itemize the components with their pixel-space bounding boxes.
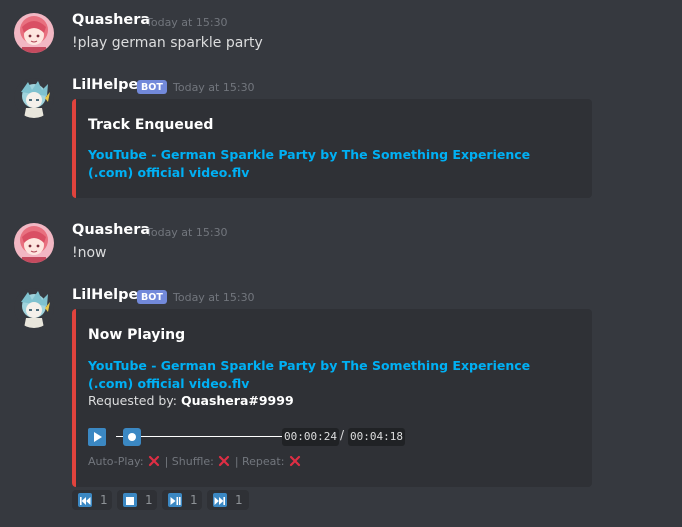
progress-track	[116, 436, 284, 437]
reaction-count: 1	[145, 493, 153, 507]
previous-track-icon	[78, 493, 92, 507]
shuffle-off-icon	[219, 455, 230, 467]
username[interactable]: LilHelper	[72, 287, 145, 303]
avatar-lilhelper[interactable]	[14, 78, 54, 118]
timestamp: Today at 15:30	[173, 81, 255, 94]
play-icon	[88, 428, 106, 446]
reaction-count: 1	[190, 493, 198, 507]
track-link[interactable]: YouTube - German Sparkle Party by The So…	[88, 357, 568, 393]
shuffle-label: | Shuffle:	[164, 455, 214, 468]
track-link[interactable]: YouTube - German Sparkle Party by The So…	[88, 146, 568, 182]
requested-label: Requested by:	[88, 393, 178, 408]
bot-tag: BOT	[137, 80, 167, 94]
embed-title: Now Playing	[88, 327, 186, 343]
message-text: !play german sparkle party	[72, 35, 263, 51]
embed-track-enqueued: Track Enqueued YouTube - German Sparkle …	[72, 99, 592, 198]
requested-by: Requested by: Quashera#9999	[88, 393, 294, 408]
autoplay-label: Auto-Play:	[88, 455, 144, 468]
timestamp: Today at 15:30	[173, 291, 255, 304]
progress-knob	[122, 428, 141, 446]
bot-tag: BOT	[137, 290, 167, 304]
time-elapsed: 00:00:24	[282, 428, 339, 446]
username[interactable]: Quashera	[72, 12, 150, 28]
username[interactable]: LilHelper	[72, 77, 145, 93]
stop-icon	[123, 493, 137, 507]
avatar-quashera[interactable]	[14, 13, 54, 53]
reaction-count: 1	[100, 493, 108, 507]
reaction-count: 1	[235, 493, 243, 507]
message-text: !now	[72, 245, 107, 261]
autoplay-off-icon	[148, 455, 160, 467]
requester-name[interactable]: Quashera#9999	[181, 393, 294, 408]
playback-settings: Auto-Play: | Shuffle: | Repeat:	[88, 455, 302, 468]
embed-now-playing: Now Playing YouTube - German Sparkle Par…	[72, 309, 592, 487]
timestamp: Today at 15:30	[146, 226, 228, 239]
time-total: 00:04:18	[348, 428, 405, 446]
embed-title: Track Enqueued	[88, 117, 214, 133]
reaction-next-track[interactable]: 1	[207, 490, 249, 510]
time-separator: /	[340, 428, 345, 442]
repeat-label: | Repeat:	[234, 455, 285, 468]
username[interactable]: Quashera	[72, 222, 150, 238]
reaction-previous-track[interactable]: 1	[72, 490, 112, 510]
next-track-icon	[213, 493, 227, 507]
reaction-stop[interactable]: 1	[117, 490, 157, 510]
reaction-play-pause[interactable]: 1	[162, 490, 202, 510]
play-pause-icon	[168, 493, 182, 507]
avatar-quashera[interactable]	[14, 223, 54, 263]
timestamp: Today at 15:30	[146, 16, 228, 29]
playback-progress: 00:00:24 / 00:04:18	[88, 427, 558, 447]
avatar-lilhelper[interactable]	[14, 288, 54, 328]
repeat-off-icon	[289, 455, 301, 467]
